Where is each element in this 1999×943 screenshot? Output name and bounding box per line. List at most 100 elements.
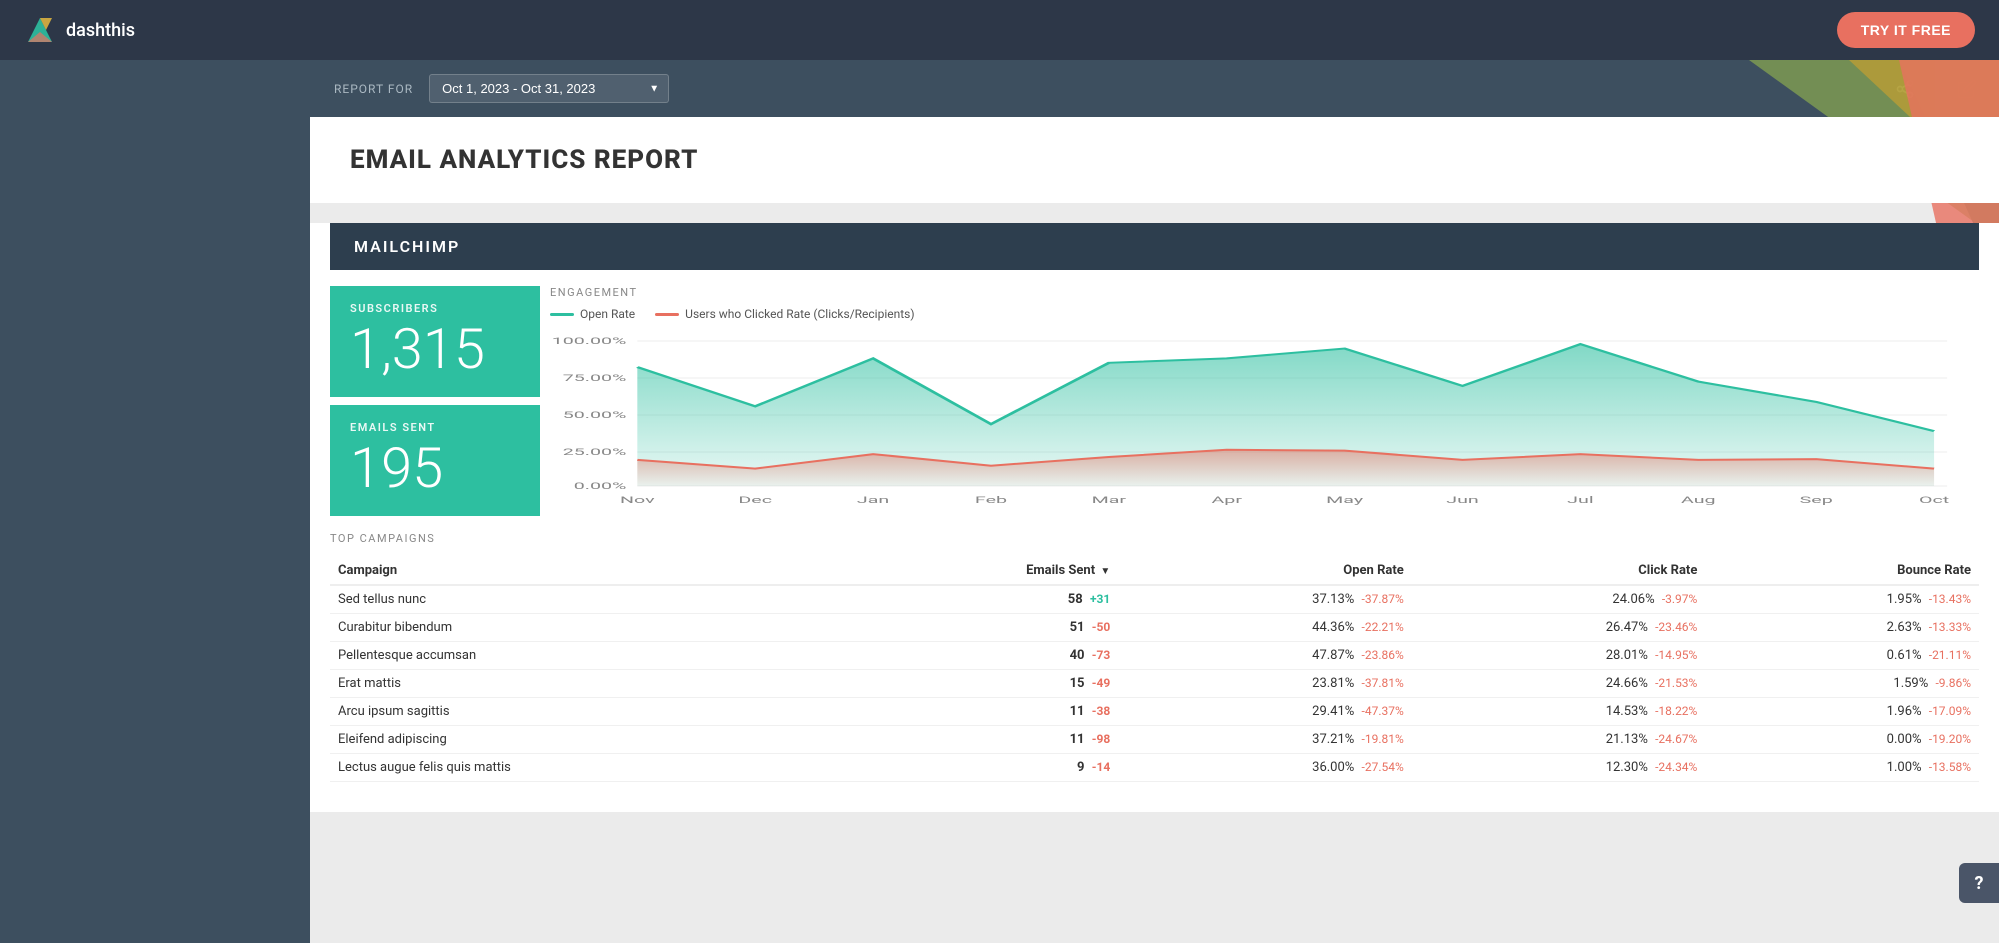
campaign-name: Arcu ipsum sagittis xyxy=(330,698,845,726)
content-wrapper: REPORT FOR Oct 1, 2023 - Oct 31, 2023 xyxy=(0,60,1999,943)
report-title-area: EMAIL ANALYTICS REPORT xyxy=(310,117,1999,203)
mailchimp-section-header: MAILCHIMP xyxy=(330,223,1979,270)
share-icon xyxy=(1895,79,1915,99)
emails-sent-value: 11 -98 xyxy=(845,726,1118,754)
legend-clicked-rate-label: Users who Clicked Rate (Clicks/Recipient… xyxy=(685,307,914,321)
column-open-rate: Open Rate xyxy=(1118,557,1412,585)
click-rate-value: 14.53% -18.22% xyxy=(1412,698,1706,726)
table-row: Pellentesque accumsan 40 -73 47.87% -23.… xyxy=(330,642,1979,670)
top-nav: dashthis TRY IT FREE xyxy=(0,0,1999,60)
emails-sent-value: 51 -50 xyxy=(845,614,1118,642)
click-rate-value: 24.06% -3.97% xyxy=(1412,585,1706,614)
legend-open-rate-label: Open Rate xyxy=(580,307,635,321)
legend-clicked-rate-line xyxy=(655,313,679,316)
logo-text: dashthis xyxy=(66,20,135,41)
report-title: EMAIL ANALYTICS REPORT xyxy=(350,145,1959,175)
share-button[interactable] xyxy=(1875,60,1935,117)
bounce-rate-value: 0.00% -19.20% xyxy=(1705,726,1979,754)
bounce-rate-value: 1.96% -17.09% xyxy=(1705,698,1979,726)
emails-sent-value: 40 -73 xyxy=(845,642,1118,670)
table-body: Sed tellus nunc 58 +31 37.13% -37.87% 24… xyxy=(330,585,1979,782)
open-rate-value: 36.00% -27.54% xyxy=(1118,754,1412,782)
svg-text:Sep: Sep xyxy=(1800,495,1833,506)
bounce-rate-value: 1.59% -9.86% xyxy=(1705,670,1979,698)
svg-text:25.00%: 25.00% xyxy=(563,447,627,458)
table-row: Arcu ipsum sagittis 11 -38 29.41% -47.37… xyxy=(330,698,1979,726)
table-section: TOP CAMPAIGNS Campaign Emails Sent ▼ Ope… xyxy=(310,532,1999,782)
edit-icon xyxy=(1957,79,1977,99)
date-range-selector[interactable]: Oct 1, 2023 - Oct 31, 2023 xyxy=(429,74,669,103)
svg-text:Aug: Aug xyxy=(1681,495,1716,506)
stats-chart-row: SUBSCRIBERS 1,315 EMAILS SENT 195 ENGAGE… xyxy=(310,270,1999,532)
svg-text:Apr: Apr xyxy=(1212,495,1242,506)
svg-text:100.00%: 100.00% xyxy=(552,336,627,347)
open-rate-value: 47.87% -23.86% xyxy=(1118,642,1412,670)
svg-text:Feb: Feb xyxy=(975,495,1007,506)
report-header: REPORT FOR Oct 1, 2023 - Oct 31, 2023 xyxy=(310,60,1999,117)
subscribers-value: 1,315 xyxy=(350,321,520,377)
sort-icon: ▼ xyxy=(1100,566,1110,577)
legend-clicked-rate: Users who Clicked Rate (Clicks/Recipient… xyxy=(655,307,914,321)
table-row: Curabitur bibendum 51 -50 44.36% -22.21%… xyxy=(330,614,1979,642)
subscribers-label: SUBSCRIBERS xyxy=(350,302,520,315)
table-row: Erat mattis 15 -49 23.81% -37.81% 24.66%… xyxy=(330,670,1979,698)
report-for-label: REPORT FOR xyxy=(334,82,413,96)
open-rate-value: 37.21% -19.81% xyxy=(1118,726,1412,754)
emails-sent-value: 11 -38 xyxy=(845,698,1118,726)
legend-open-rate-line xyxy=(550,313,574,316)
column-click-rate: Click Rate xyxy=(1412,557,1706,585)
open-rate-value: 23.81% -37.81% xyxy=(1118,670,1412,698)
click-rate-value: 24.66% -21.53% xyxy=(1412,670,1706,698)
emails-sent-box: EMAILS SENT 195 xyxy=(330,405,540,516)
legend-open-rate: Open Rate xyxy=(550,307,635,321)
svg-text:Nov: Nov xyxy=(620,495,655,506)
dashthis-logo-icon xyxy=(24,14,56,46)
campaign-name: Pellentesque accumsan xyxy=(330,642,845,670)
chart-area: ENGAGEMENT Open Rate Users who Clicked R… xyxy=(540,286,1979,516)
bounce-rate-value: 0.61% -21.11% xyxy=(1705,642,1979,670)
campaign-name: Lectus augue felis quis mattis xyxy=(330,754,845,782)
svg-text:75.00%: 75.00% xyxy=(563,373,627,384)
emails-sent-value: 9 -14 xyxy=(845,754,1118,782)
column-bounce-rate: Bounce Rate xyxy=(1705,557,1979,585)
svg-text:Jun: Jun xyxy=(1446,495,1479,506)
help-button[interactable]: ? xyxy=(1959,863,1999,903)
emails-sent-value: 58 +31 xyxy=(845,585,1118,614)
report-card: MAILCHIMP SUBSCRIBERS 1,315 EMAILS SENT … xyxy=(310,223,1999,812)
bounce-rate-value: 2.63% -13.33% xyxy=(1705,614,1979,642)
edit-button[interactable] xyxy=(1935,60,1999,117)
svg-text:Oct: Oct xyxy=(1919,495,1949,506)
engagement-chart: 100.00% 75.00% 50.00% 25.00% 0.00% xyxy=(550,331,1969,511)
subscribers-box: SUBSCRIBERS 1,315 xyxy=(330,286,540,397)
click-rate-value: 28.01% -14.95% xyxy=(1412,642,1706,670)
campaigns-table: Campaign Emails Sent ▼ Open Rate Click R… xyxy=(330,557,1979,782)
campaign-name: Sed tellus nunc xyxy=(330,585,845,614)
open-rate-value: 29.41% -47.37% xyxy=(1118,698,1412,726)
svg-text:Jan: Jan xyxy=(857,495,889,506)
table-row: Lectus augue felis quis mattis 9 -14 36.… xyxy=(330,754,1979,782)
table-header: Campaign Emails Sent ▼ Open Rate Click R… xyxy=(330,557,1979,585)
column-emails-sent: Emails Sent ▼ xyxy=(845,557,1118,585)
try-it-free-button[interactable]: TRY IT FREE xyxy=(1837,12,1975,48)
table-row: Sed tellus nunc 58 +31 37.13% -37.87% 24… xyxy=(330,585,1979,614)
svg-text:50.00%: 50.00% xyxy=(563,410,627,421)
bounce-rate-value: 1.00% -13.58% xyxy=(1705,754,1979,782)
emails-sent-value: 195 xyxy=(350,440,520,496)
svg-text:Jul: Jul xyxy=(1567,495,1593,506)
logo-area: dashthis xyxy=(24,14,135,46)
click-rate-value: 21.13% -24.67% xyxy=(1412,726,1706,754)
click-rate-value: 26.47% -23.46% xyxy=(1412,614,1706,642)
left-sidebar xyxy=(0,60,310,943)
chart-title: ENGAGEMENT xyxy=(550,286,1969,299)
campaign-name: Erat mattis xyxy=(330,670,845,698)
svg-text:Mar: Mar xyxy=(1092,495,1126,506)
svg-text:0.00%: 0.00% xyxy=(574,481,627,492)
bounce-rate-value: 1.95% -13.43% xyxy=(1705,585,1979,614)
chart-legend: Open Rate Users who Clicked Rate (Clicks… xyxy=(550,307,1969,321)
campaign-name: Eleifend adipiscing xyxy=(330,726,845,754)
svg-text:Dec: Dec xyxy=(738,495,772,506)
svg-text:May: May xyxy=(1326,495,1364,506)
open-rate-value: 44.36% -22.21% xyxy=(1118,614,1412,642)
emails-sent-value: 15 -49 xyxy=(845,670,1118,698)
top-campaigns-label: TOP CAMPAIGNS xyxy=(330,532,1979,545)
